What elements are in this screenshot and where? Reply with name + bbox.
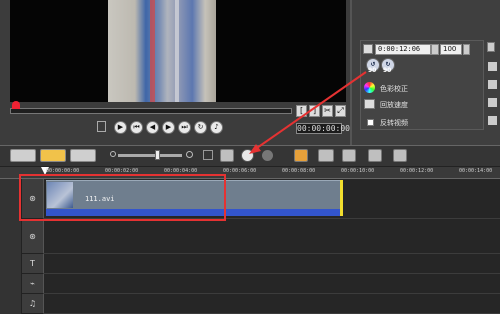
annotation-arrow — [249, 71, 367, 154]
arrow-line — [253, 71, 367, 151]
